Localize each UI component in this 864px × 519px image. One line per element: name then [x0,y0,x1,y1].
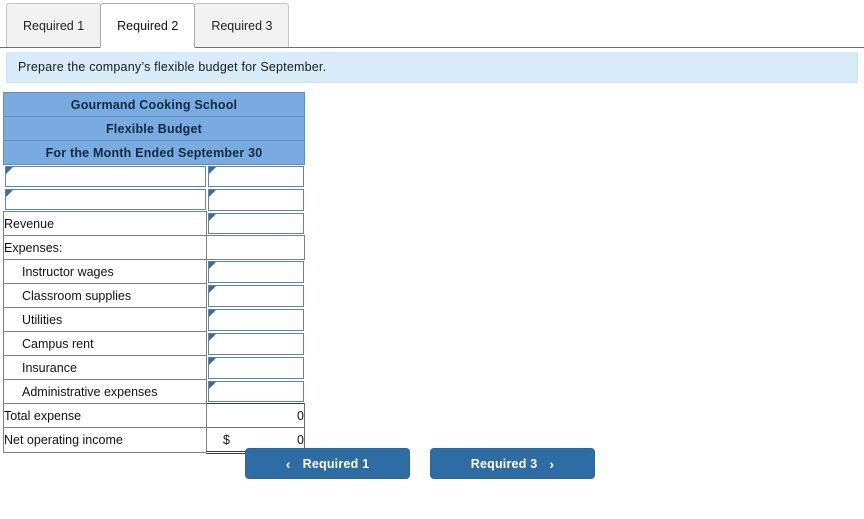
table-row-administrative-expenses: Administrative expenses [3,379,305,404]
table-title-company: Gourmand Cooking School [3,92,305,117]
chevron-right-icon: › [549,455,555,472]
net-operating-income-amount: 0 [297,432,304,447]
table-title-row: For the Month Ended September 30 [3,140,305,165]
dropdown-input[interactable] [207,189,304,211]
chevron-left-icon: ‹ [285,455,291,472]
flexible-budget-table: Gourmand Cooking School Flexible Budget … [3,92,305,454]
table-row-utilities: Utilities [3,307,305,332]
row-value-expenses [206,235,305,260]
table-row-total-expense: Total expense 0 [3,403,305,428]
table-title-row: Gourmand Cooking School [3,92,305,117]
row-label-revenue: Revenue [3,211,207,236]
row-label-expenses: Expenses: [3,235,207,260]
tab-strip: Required 1 Required 2 Required 3 [0,0,864,52]
tab-label: Required 1 [23,18,85,33]
row-label-utilities: Utilities [3,307,207,332]
value-input-cell-revenue[interactable] [207,212,305,236]
table-row [4,165,305,189]
value-input-cell-insurance[interactable] [207,356,305,380]
table-title-period: For the Month Ended September 30 [3,140,305,165]
tab-list: Required 1 Required 2 Required 3 [6,3,290,48]
table-row-campus-rent: Campus rent [3,331,305,356]
dropdown-input[interactable] [208,356,304,379]
previous-required-button[interactable]: ‹ Required 1 [245,448,410,479]
row-label-insurance: Insurance [3,355,207,380]
row-label-classroom-supplies: Classroom supplies [3,283,207,308]
table-title-row: Flexible Budget [3,116,305,141]
tab-required-1[interactable]: Required 1 [6,3,102,48]
row-value-total-expense: 0 [206,403,305,428]
value-input-cell-administrative-expenses[interactable] [207,380,305,404]
table-row [4,188,305,212]
dropdown-input[interactable] [4,189,206,210]
row-label-administrative-expenses: Administrative expenses [3,379,207,404]
table-row-instructor-wages: Instructor wages [3,259,305,284]
tab-required-3[interactable]: Required 3 [194,3,290,48]
dropdown-input[interactable] [208,212,304,234]
value-input-cell-instructor-wages[interactable] [207,260,305,284]
dropdown-input[interactable] [208,308,304,331]
instruction-text: Prepare the company’s flexible budget fo… [18,60,327,74]
table-row-insurance: Insurance [3,355,305,380]
label-input-cell-2[interactable] [4,188,207,212]
dropdown-input[interactable] [207,166,304,187]
table-row-expenses-header: Expenses: [3,235,305,260]
dropdown-input[interactable] [208,284,304,307]
dropdown-input[interactable] [208,380,304,402]
currency-symbol: $ [223,432,230,447]
dropdown-input[interactable] [4,166,206,187]
next-required-button[interactable]: Required 3 › [430,448,595,479]
table-row-classroom-supplies: Classroom supplies [3,283,305,308]
dropdown-input[interactable] [208,332,304,355]
value-input-cell-campus-rent[interactable] [207,332,305,356]
value-input-cell-utilities[interactable] [207,308,305,332]
row-label-campus-rent: Campus rent [3,331,207,356]
row-label-total-expense: Total expense [3,403,207,428]
tab-label: Required 2 [117,18,179,33]
value-input-cell-1[interactable] [207,165,305,189]
navigation-bar: ‹ Required 1 Required 3 › [0,448,864,488]
dropdown-input[interactable] [208,261,304,283]
row-label-instructor-wages: Instructor wages [3,259,207,284]
value-input-cell-classroom-supplies[interactable] [207,284,305,308]
label-input-cell-1[interactable] [4,165,207,189]
previous-button-label: Required 1 [302,456,370,471]
tab-required-2[interactable]: Required 2 [100,3,196,48]
next-button-label: Required 3 [470,456,538,471]
tab-label: Required 3 [211,18,273,33]
value-input-cell-2[interactable] [207,188,305,212]
instruction-bar: Prepare the company’s flexible budget fo… [6,52,858,83]
table-row-revenue: Revenue [3,211,305,236]
table-title-statement: Flexible Budget [3,116,305,141]
